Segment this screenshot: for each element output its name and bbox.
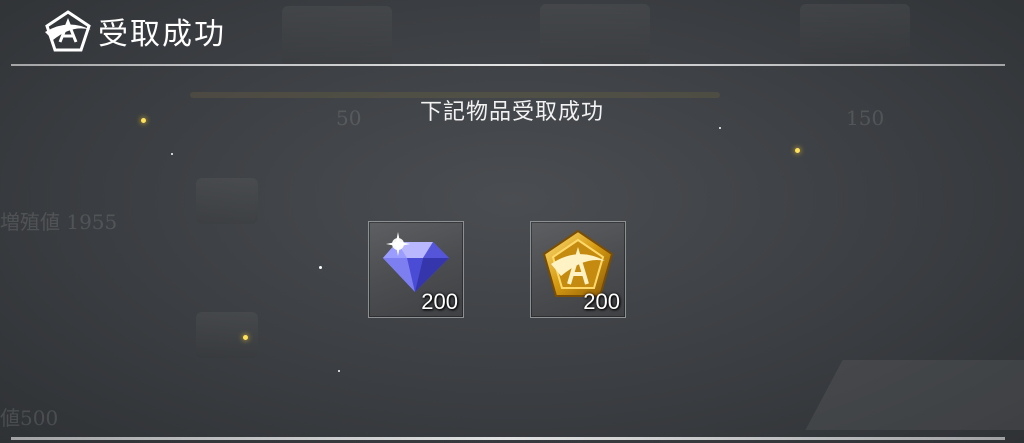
reward-item-emblem[interactable]: 200	[530, 221, 626, 318]
sparkle	[171, 153, 173, 155]
sparkle	[795, 148, 800, 153]
bg-slab	[805, 360, 1024, 430]
footer-divider	[11, 437, 1005, 440]
background-scene: 50 150 増殖値 1955 値500	[0, 0, 1024, 443]
bg-label-1: 増殖値 1955	[0, 210, 118, 234]
sparkle	[338, 370, 340, 372]
sparkle	[319, 266, 322, 269]
reward-message: 下記物品受取成功	[419, 100, 604, 125]
sparkle	[719, 127, 721, 129]
reward-quantity: 200	[421, 289, 458, 314]
bg-small-chest-1	[196, 178, 258, 224]
bg-label-2: 値500	[0, 406, 59, 430]
reward-quantity: 200	[583, 289, 620, 314]
game-logo-icon	[45, 10, 91, 52]
page-title: 受取成功	[98, 17, 226, 52]
header-divider	[11, 64, 1005, 66]
reward-item-gem[interactable]: 200	[368, 221, 464, 318]
bg-small-chest-2	[196, 312, 258, 358]
diamond-gem-icon	[383, 232, 449, 292]
sparkle	[141, 118, 146, 123]
sparkle	[243, 335, 248, 340]
header: 受取成功	[0, 0, 1024, 66]
